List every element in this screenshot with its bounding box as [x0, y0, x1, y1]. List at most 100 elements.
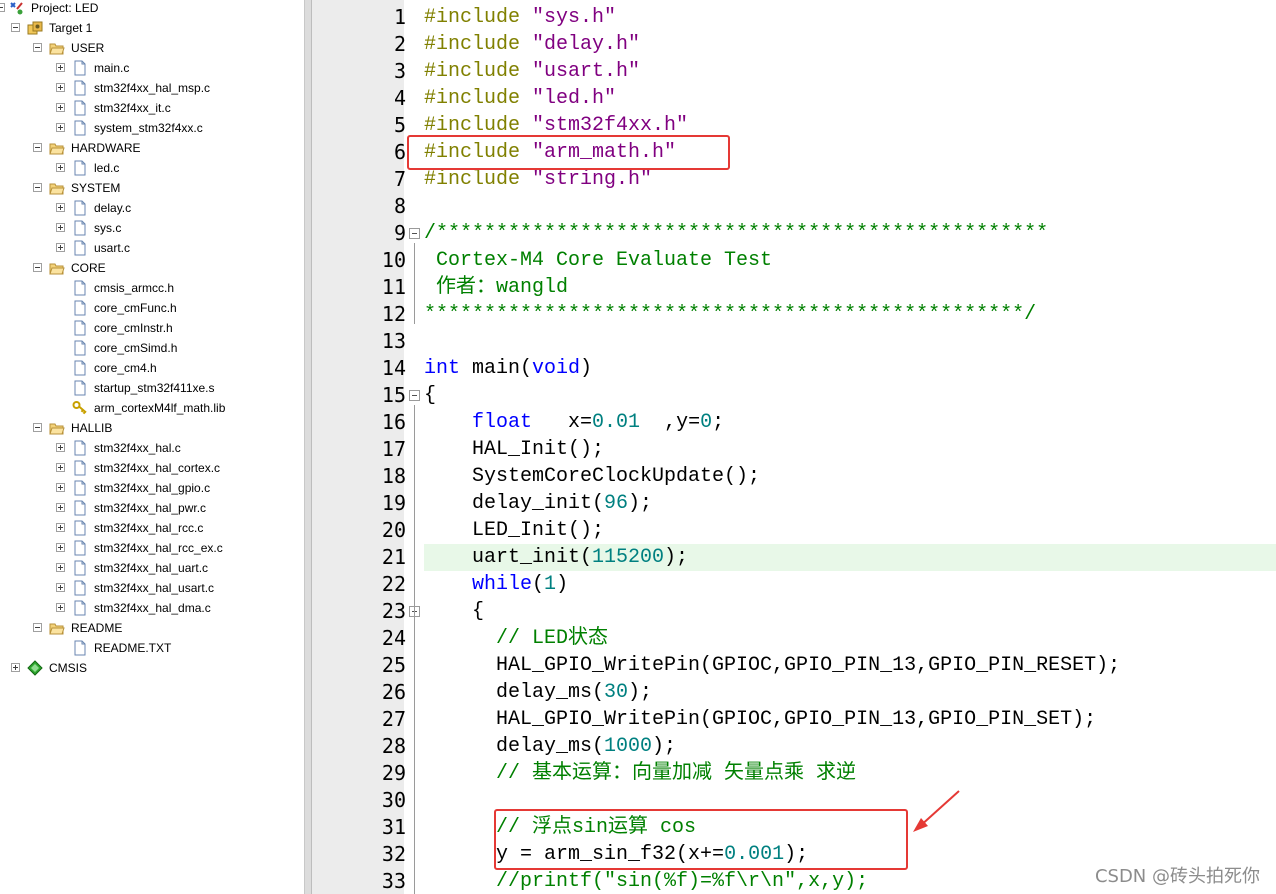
tree-item[interactable]: stm32f4xx_hal_gpio.c [0, 478, 304, 498]
collapse-toggle-icon[interactable] [33, 623, 42, 632]
code-line[interactable]: 13 [312, 328, 1276, 355]
fold-collapse-icon[interactable] [409, 228, 420, 239]
expand-toggle-icon[interactable] [56, 523, 65, 532]
code-line[interactable]: 30 [312, 787, 1276, 814]
line-number: 25 [381, 653, 406, 677]
code-token: #include [424, 6, 521, 29]
expand-toggle-icon[interactable] [11, 663, 20, 672]
code-line-current[interactable]: 21 uart_init(115200); [312, 544, 1276, 571]
tree-item[interactable]: core_cm4.h [0, 358, 304, 378]
code-line[interactable]: 12 **************************************… [312, 301, 1276, 328]
tree-item[interactable]: CMSIS [0, 658, 304, 678]
code-line[interactable]: 31 // 浮点sin运算 cos [312, 814, 1276, 841]
collapse-toggle-icon[interactable] [0, 3, 5, 12]
tree-item[interactable]: arm_cortexM4lf_math.lib [0, 398, 304, 418]
code-line[interactable]: 28 delay_ms(1000); [312, 733, 1276, 760]
code-line[interactable]: 23 { [312, 598, 1276, 625]
fold-collapse-icon[interactable] [409, 390, 420, 401]
expand-toggle-icon[interactable] [56, 63, 65, 72]
tree-item[interactable]: Project: LED [0, 0, 304, 18]
expand-toggle-icon[interactable] [56, 223, 65, 232]
code-line[interactable]: 2 #include "delay.h" [312, 31, 1276, 58]
expand-toggle-icon[interactable] [56, 103, 65, 112]
collapse-toggle-icon[interactable] [33, 143, 42, 152]
code-line[interactable]: 8 [312, 193, 1276, 220]
expand-toggle-icon[interactable] [56, 563, 65, 572]
tree-item[interactable]: SYSTEM [0, 178, 304, 198]
collapse-toggle-icon[interactable] [33, 183, 42, 192]
line-number: 5 [393, 113, 406, 137]
collapse-toggle-icon[interactable] [33, 263, 42, 272]
code-line[interactable]: 29 // 基本运算：向量加减 矢量点乘 求逆 [312, 760, 1276, 787]
tree-item[interactable]: CORE [0, 258, 304, 278]
code-line[interactable]: 27 HAL_GPIO_WritePin(GPIOC,GPIO_PIN_13,G… [312, 706, 1276, 733]
expand-toggle-icon[interactable] [56, 163, 65, 172]
tree-item[interactable]: README.TXT [0, 638, 304, 658]
tree-item[interactable]: core_cmSimd.h [0, 338, 304, 358]
tree-item[interactable]: stm32f4xx_hal_usart.c [0, 578, 304, 598]
code-line[interactable]: 14 int main(void) [312, 355, 1276, 382]
tree-item[interactable]: core_cmInstr.h [0, 318, 304, 338]
collapse-toggle-icon[interactable] [33, 43, 42, 52]
tree-item[interactable]: stm32f4xx_hal_pwr.c [0, 498, 304, 518]
code-line[interactable]: 4 #include "led.h" [312, 85, 1276, 112]
tree-item[interactable]: stm32f4xx_hal_dma.c [0, 598, 304, 618]
tree-item[interactable]: system_stm32f4xx.c [0, 118, 304, 138]
tree-item[interactable]: cmsis_armcc.h [0, 278, 304, 298]
tree-item[interactable]: usart.c [0, 238, 304, 258]
expand-toggle-icon[interactable] [56, 603, 65, 612]
code-line[interactable]: 11 作者：wangld [312, 274, 1276, 301]
tree-item[interactable]: USER [0, 38, 304, 58]
code-line[interactable]: 24 // LED状态 [312, 625, 1276, 652]
tree-item[interactable]: stm32f4xx_hal_cortex.c [0, 458, 304, 478]
expand-toggle-icon[interactable] [56, 203, 65, 212]
tree-item[interactable]: Target 1 [0, 18, 304, 38]
tree-item[interactable]: stm32f4xx_hal_msp.c [0, 78, 304, 98]
expand-toggle-icon[interactable] [56, 503, 65, 512]
tree-item[interactable]: stm32f4xx_it.c [0, 98, 304, 118]
expand-toggle-icon[interactable] [56, 83, 65, 92]
code-editor[interactable]: 1 #include "sys.h" 2 #include "delay.h" 3 #in… [312, 0, 1276, 894]
code-line[interactable]: 3 #include "usart.h" [312, 58, 1276, 85]
code-line[interactable]: 22 while(1) [312, 571, 1276, 598]
expand-toggle-icon[interactable] [56, 543, 65, 552]
expand-toggle-icon[interactable] [56, 443, 65, 452]
expand-toggle-icon[interactable] [56, 583, 65, 592]
tree-item[interactable]: stm32f4xx_hal_rcc.c [0, 518, 304, 538]
code-line[interactable]: 18 SystemCoreClockUpdate(); [312, 463, 1276, 490]
code-line[interactable]: 20 LED_Init(); [312, 517, 1276, 544]
collapse-toggle-icon[interactable] [33, 423, 42, 432]
expand-toggle-icon[interactable] [56, 483, 65, 492]
tree-item[interactable]: startup_stm32f411xe.s [0, 378, 304, 398]
tree-item[interactable]: stm32f4xx_hal_uart.c [0, 558, 304, 578]
tree-item[interactable]: HARDWARE [0, 138, 304, 158]
code-line[interactable]: 1 #include "sys.h" [312, 4, 1276, 31]
expand-toggle-icon[interactable] [56, 463, 65, 472]
code-line[interactable]: 5 #include "stm32f4xx.h" [312, 112, 1276, 139]
code-line[interactable]: 16 float x=0.01 ,y=0; [312, 409, 1276, 436]
tree-item[interactable]: main.c [0, 58, 304, 78]
code-line[interactable]: 9 /**************************************… [312, 220, 1276, 247]
code-line[interactable]: 25 HAL_GPIO_WritePin(GPIOC,GPIO_PIN_13,G… [312, 652, 1276, 679]
expand-toggle-icon[interactable] [56, 123, 65, 132]
collapse-toggle-icon[interactable] [11, 23, 20, 32]
tree-item[interactable]: led.c [0, 158, 304, 178]
tree-item[interactable]: stm32f4xx_hal_rcc_ex.c [0, 538, 304, 558]
tree-item[interactable]: stm32f4xx_hal.c [0, 438, 304, 458]
code-line[interactable]: 19 delay_init(96); [312, 490, 1276, 517]
tree-item[interactable]: README [0, 618, 304, 638]
code-line[interactable]: 6 #include "arm_math.h" [312, 139, 1276, 166]
line-number: 10 [381, 248, 406, 272]
tree-item[interactable]: sys.c [0, 218, 304, 238]
expand-toggle-icon[interactable] [56, 243, 65, 252]
code-line[interactable]: 15 { [312, 382, 1276, 409]
code-line[interactable]: 17 HAL_Init(); [312, 436, 1276, 463]
tree-item[interactable]: HALLIB [0, 418, 304, 438]
tree-item[interactable]: delay.c [0, 198, 304, 218]
code-line[interactable]: 10 Cortex-M4 Core Evaluate Test [312, 247, 1276, 274]
code-token: #include [424, 114, 521, 137]
panel-splitter[interactable] [304, 0, 312, 894]
code-line[interactable]: 7 #include "string.h" [312, 166, 1276, 193]
code-line[interactable]: 26 delay_ms(30); [312, 679, 1276, 706]
tree-item[interactable]: core_cmFunc.h [0, 298, 304, 318]
